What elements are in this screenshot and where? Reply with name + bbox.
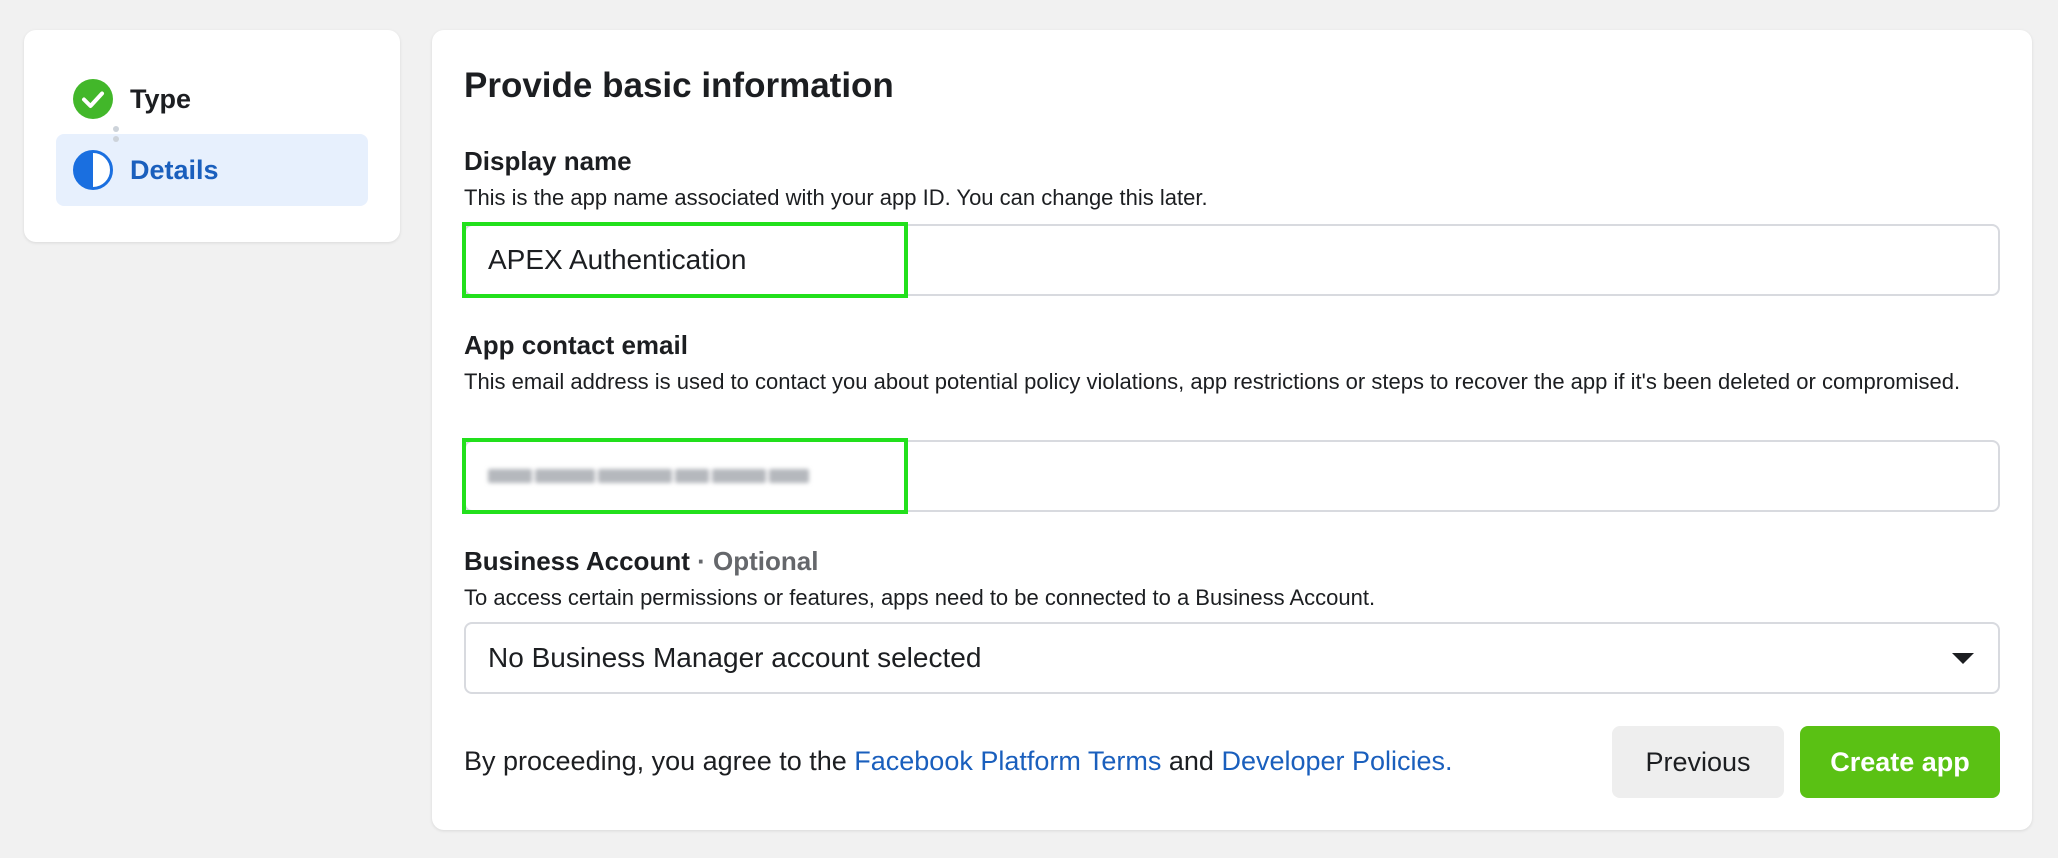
display-name-label: Display name xyxy=(464,146,632,176)
contact-email-help: This email address is used to contact yo… xyxy=(464,369,1961,394)
contact-email-input[interactable] xyxy=(464,440,2000,512)
display-name-input[interactable]: APEX Authentication xyxy=(464,224,2000,296)
caret-down-icon xyxy=(1952,652,1974,664)
step-type[interactable]: Type xyxy=(56,74,368,124)
basic-info-form: Provide basic information Display name T… xyxy=(432,30,2032,830)
half-circle-icon xyxy=(72,149,114,191)
terms-agreement: By proceeding, you agree to the Facebook… xyxy=(464,746,1453,777)
contact-email-label: App contact email xyxy=(464,330,688,360)
business-account-select[interactable]: No Business Manager account selected xyxy=(464,622,2000,694)
terms-prefix: By proceeding, you agree to the xyxy=(464,746,855,776)
platform-terms-link[interactable]: Facebook Platform Terms xyxy=(854,746,1161,776)
step-details-label: Details xyxy=(130,154,219,185)
create-app-button[interactable]: Create app xyxy=(1800,726,2000,798)
display-name-help: This is the app name associated with you… xyxy=(464,185,1208,210)
stepper-card: Type Details xyxy=(24,30,400,242)
optional-tag: · Optional xyxy=(689,546,819,576)
developer-policies-link[interactable]: Developer Policies. xyxy=(1221,746,1452,776)
business-account-help: To access certain permissions or feature… xyxy=(464,585,1376,610)
display-name-value: APEX Authentication xyxy=(488,244,747,275)
terms-middle: and xyxy=(1161,746,1222,776)
previous-button[interactable]: Previous xyxy=(1612,726,1784,798)
business-account-selected: No Business Manager account selected xyxy=(488,642,982,673)
step-type-label: Type xyxy=(130,83,192,114)
redacted-email-value xyxy=(488,469,809,483)
step-connector xyxy=(113,126,119,142)
business-account-label: Business Account · Optional xyxy=(464,546,818,577)
step-details[interactable]: Details xyxy=(56,134,368,206)
app-creation-page: Type Details Provide basic information D… xyxy=(0,0,2058,858)
business-account-label-text: Business Account xyxy=(464,546,690,576)
form-title: Provide basic information xyxy=(464,66,894,105)
check-circle-icon xyxy=(72,78,114,120)
